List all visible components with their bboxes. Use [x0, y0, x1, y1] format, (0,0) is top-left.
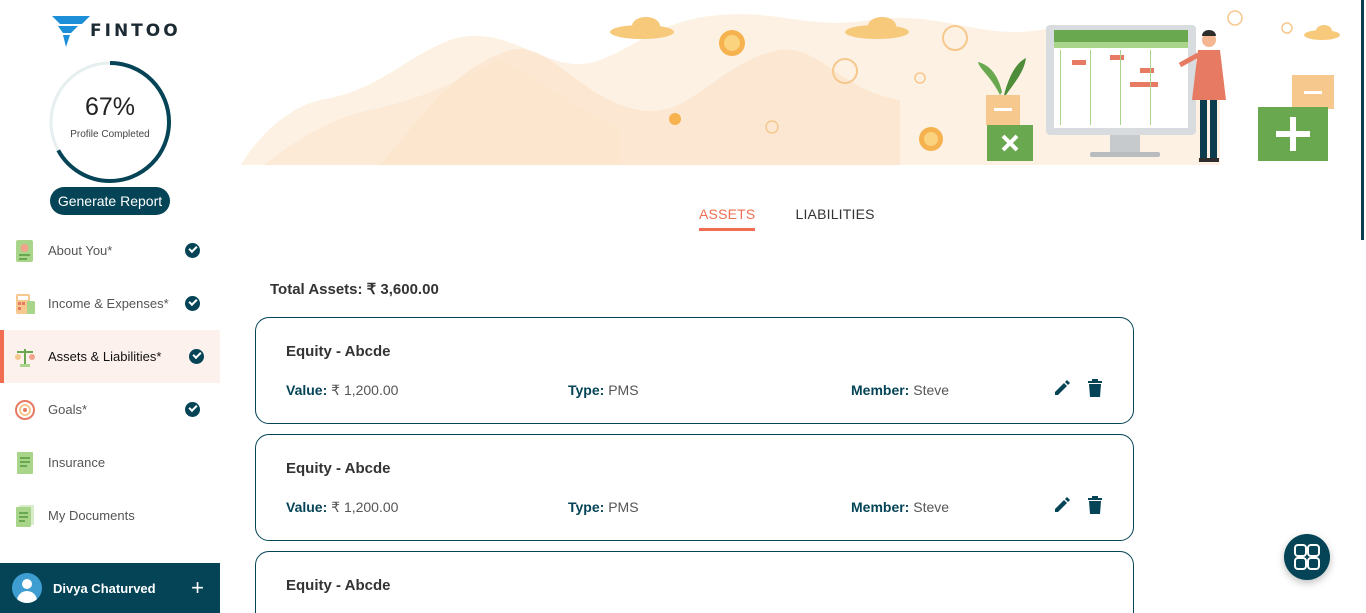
- completed-check-icon: [185, 243, 200, 258]
- asset-value: Value: ₹ 1,200.00: [286, 499, 398, 516]
- asset-member-label: Member:: [851, 499, 910, 515]
- brand-name: FINTOO: [90, 21, 181, 41]
- documents-icon: [16, 504, 34, 527]
- target-icon: [15, 399, 35, 420]
- completed-check-icon: [185, 296, 200, 311]
- delete-trash-icon[interactable]: [1087, 379, 1103, 397]
- about-you-icon: [16, 239, 33, 262]
- sidebar-item-my-documents[interactable]: My Documents: [0, 489, 220, 542]
- total-assets: Total Assets: ₹ 3,600.00: [270, 281, 439, 298]
- asset-value-label: Value:: [286, 499, 328, 515]
- scale-icon: [15, 348, 35, 367]
- generate-report-button[interactable]: Generate Report: [50, 187, 170, 215]
- asset-member-value: Steve: [913, 382, 950, 398]
- asset-member-label: Member:: [851, 382, 910, 398]
- asset-type-label: Type:: [568, 499, 605, 515]
- asset-card: Equity - Abcde Value: ₹ 1,200.00 Type: P…: [255, 434, 1134, 541]
- sidebar-nav: About You* Income & Expenses* Assets & L…: [0, 224, 220, 542]
- edit-pencil-icon[interactable]: [1053, 496, 1071, 514]
- sidebar: FINTOO 67% Profile Completed Generate Re…: [0, 0, 220, 613]
- asset-title: Equity - Abcde: [286, 460, 391, 477]
- sidebar-item-goals[interactable]: Goals*: [0, 383, 220, 436]
- sidebar-item-assets-liabilities[interactable]: Assets & Liabilities*: [0, 330, 220, 383]
- tab-assets[interactable]: ASSETS: [699, 206, 756, 231]
- profile-percent: 67%: [84, 93, 136, 121]
- calculator-icon: [16, 293, 35, 314]
- header-banner: [220, 0, 1360, 210]
- add-member-button[interactable]: +: [191, 577, 204, 599]
- asset-member: Member: Steve: [851, 382, 949, 398]
- delete-trash-icon[interactable]: [1087, 496, 1103, 514]
- user-name: Divya Chaturved: [53, 580, 156, 596]
- asset-value: Value: ₹ 1,200.00: [286, 382, 398, 399]
- asset-type: Type: PMS: [568, 499, 639, 515]
- dashboard-fab-button[interactable]: [1284, 534, 1330, 580]
- sidebar-item-about-you[interactable]: About You*: [0, 224, 220, 277]
- asset-card: Equity - Abcde: [255, 551, 1134, 613]
- asset-title: Equity - Abcde: [286, 343, 391, 360]
- sidebar-item-income-expenses[interactable]: Income & Expenses*: [0, 277, 220, 330]
- completed-check-icon: [185, 402, 200, 417]
- asset-value-amount: ₹ 1,200.00: [331, 382, 399, 398]
- app-root: FINTOO 67% Profile Completed Generate Re…: [0, 0, 1366, 613]
- asset-type-label: Type:: [568, 382, 605, 398]
- asset-type-value: PMS: [608, 382, 639, 398]
- asset-member: Member: Steve: [851, 499, 949, 515]
- asset-type-value: PMS: [608, 499, 639, 515]
- asset-value-label: Value:: [286, 382, 328, 398]
- user-bar[interactable]: Divya Chaturved +: [0, 563, 220, 613]
- sidebar-item-label: My Documents: [48, 508, 135, 523]
- asset-liability-tabs: ASSETS LIABILITIES: [699, 206, 915, 231]
- completed-check-icon: [189, 349, 204, 364]
- brand-logo[interactable]: FINTOO: [52, 14, 181, 48]
- avatar[interactable]: [12, 573, 42, 603]
- sidebar-item-label: Insurance: [48, 455, 106, 470]
- asset-card: Equity - Abcde Value: ₹ 1,200.00 Type: P…: [255, 317, 1134, 424]
- edit-pencil-icon[interactable]: [1053, 379, 1071, 397]
- profile-caption: Profile Completed: [70, 129, 150, 140]
- banner-illustration: [220, 10, 1360, 210]
- sidebar-item-insurance[interactable]: Insurance: [0, 436, 220, 489]
- asset-type: Type: PMS: [568, 382, 639, 398]
- asset-value-amount: ₹ 1,200.00: [331, 499, 399, 515]
- document-icon: [17, 451, 33, 474]
- tab-liabilities[interactable]: LIABILITIES: [795, 206, 874, 231]
- grid-menu-icon: [1294, 544, 1320, 570]
- asset-title: Equity - Abcde: [286, 577, 391, 594]
- asset-member-value: Steve: [913, 499, 950, 515]
- profile-progress-ring: [49, 61, 171, 183]
- scrollbar[interactable]: [1361, 0, 1364, 240]
- fintoo-logo-icon: [52, 16, 90, 47]
